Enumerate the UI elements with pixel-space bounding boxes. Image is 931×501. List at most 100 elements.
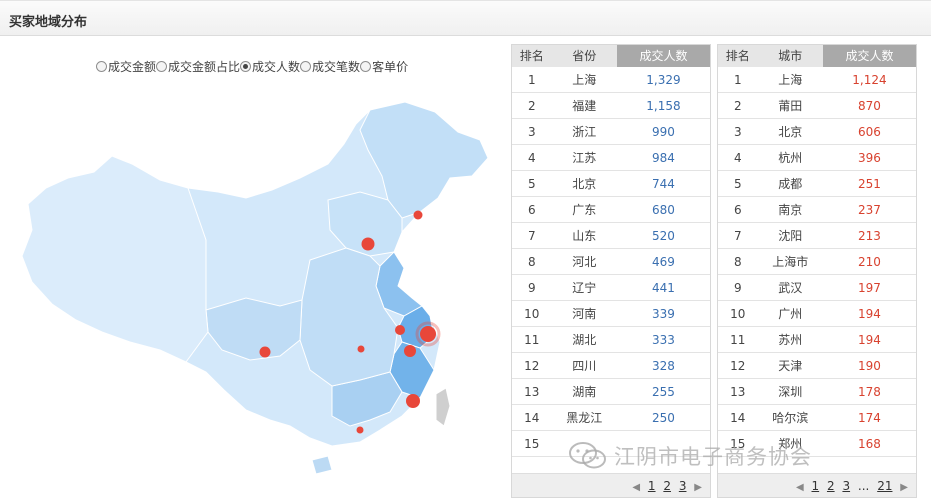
name-cell: 上海	[778, 73, 803, 87]
table-row[interactable]: 12 四川 328	[512, 353, 710, 379]
column-header-buyers[interactable]: 成交人数	[616, 45, 710, 67]
name-cell: 河北	[572, 255, 597, 269]
radio-amount-share[interactable]: 成交金额占比	[156, 58, 240, 75]
radio-buyers[interactable]: 成交人数	[240, 58, 300, 75]
table-row[interactable]: 2 莆田 870	[718, 93, 916, 119]
map-marker-hangzhou[interactable]	[404, 345, 416, 357]
table-row[interactable]: 12 天津 190	[718, 353, 916, 379]
table-row[interactable]: 5 成都 251	[718, 171, 916, 197]
table-row[interactable]: 9 武汉 197	[718, 275, 916, 301]
table-row[interactable]: 11 湖北 333	[512, 327, 710, 353]
map-marker-guangzhou[interactable]	[356, 426, 364, 434]
table-row[interactable]: 5 北京 744	[512, 171, 710, 197]
prev-page-icon[interactable]: ◀	[632, 482, 640, 493]
table-row[interactable]: 4 江苏 984	[512, 145, 710, 171]
map-marker-putian[interactable]	[406, 394, 420, 408]
name-cell: 苏州	[778, 333, 803, 347]
panel-title: 买家地域分布	[9, 15, 88, 30]
value-cell: 237	[858, 203, 881, 217]
map-marker-chengdu[interactable]	[259, 346, 271, 358]
rank-cell: 2	[527, 99, 536, 113]
table-row[interactable]: 10 河南 339	[512, 301, 710, 327]
prev-page-icon[interactable]: ◀	[796, 482, 804, 493]
column-header-buyers[interactable]: 成交人数	[822, 45, 916, 67]
map-marker-nanjing[interactable]	[395, 325, 405, 335]
table-row[interactable]: 6 南京 237	[718, 197, 916, 223]
rank-cell: 4	[733, 151, 742, 165]
page-link[interactable]: 1	[648, 479, 656, 493]
table-row[interactable]: 14 黑龙江 250	[512, 405, 710, 431]
table-row[interactable]: 9 辽宁 441	[512, 275, 710, 301]
page-link[interactable]: 2	[827, 479, 835, 493]
page-link[interactable]: 3	[679, 479, 687, 493]
table-row[interactable]: 4 杭州 396	[718, 145, 916, 171]
page-link[interactable]: 3	[842, 479, 850, 493]
page-link[interactable]: 2	[663, 479, 671, 493]
table-row[interactable]: 8 河北 469	[512, 249, 710, 275]
column-header-rank[interactable]: 排名	[718, 45, 758, 67]
table-row[interactable]: 10 广州 194	[718, 301, 916, 327]
table-row[interactable]: 7 山东 520	[512, 223, 710, 249]
next-page-icon[interactable]: ▶	[900, 482, 908, 493]
radio-icon[interactable]	[300, 61, 312, 72]
name-cell: 莆田	[778, 99, 803, 113]
table-body: 1 上海 1,124 2 莆田 870 3 北京 606 4 杭州 396 5 成都 251 6 南京 237 7 沈…	[718, 67, 916, 475]
table-row[interactable]: 13 深圳 178	[718, 379, 916, 405]
radio-icon[interactable]	[96, 61, 107, 72]
name-cell: 北京	[572, 177, 597, 191]
table-row[interactable]: 1 上海 1,124	[718, 67, 916, 93]
value-cell: 251	[858, 177, 881, 191]
rank-cell: 5	[733, 177, 742, 191]
value-cell: 744	[652, 177, 675, 191]
name-cell: 广东	[572, 203, 597, 217]
table-body: 1 上海 1,329 2 福建 1,158 3 浙江 990 4 江苏 984 5 北京 744 6 广东 680…	[512, 67, 710, 475]
name-cell: 天津	[778, 359, 803, 373]
map-marker-wuhan[interactable]	[357, 345, 365, 353]
value-cell: 174	[858, 411, 881, 425]
radio-amount[interactable]: 成交金额	[96, 58, 156, 75]
value-cell: 178	[858, 385, 881, 399]
rank-cell: 4	[527, 151, 536, 165]
radio-icon[interactable]	[156, 61, 168, 72]
table-row[interactable]: 6 广东 680	[512, 197, 710, 223]
map-marker-shanghai[interactable]	[420, 326, 436, 342]
page-link[interactable]: 1	[812, 479, 820, 493]
next-page-icon[interactable]: ▶	[694, 482, 702, 493]
name-cell: 哈尔滨	[772, 411, 809, 425]
table-row[interactable]: 2 福建 1,158	[512, 93, 710, 119]
table-header: 排名 城市 成交人数	[718, 45, 916, 67]
radio-avg-price[interactable]: 客单价	[360, 58, 408, 75]
table-row[interactable]: 13 湖南 255	[512, 379, 710, 405]
radio-icon[interactable]	[360, 61, 372, 72]
rank-cell: 15	[524, 437, 540, 451]
map-marker-beijing[interactable]	[361, 237, 375, 251]
column-header-rank[interactable]: 排名	[512, 45, 552, 67]
table-row[interactable]: 1 上海 1,329	[512, 67, 710, 93]
table-row[interactable]: 14 哈尔滨 174	[718, 405, 916, 431]
column-header-province[interactable]: 省份	[552, 45, 617, 67]
table-row[interactable]: 3 北京 606	[718, 119, 916, 145]
table-row[interactable]: 7 沈阳 213	[718, 223, 916, 249]
table-row[interactable]: 11 苏州 194	[718, 327, 916, 353]
page-link-last[interactable]: 21	[877, 479, 892, 493]
china-map[interactable]	[10, 80, 500, 480]
table-row[interactable]: 8 上海市 210	[718, 249, 916, 275]
rank-cell: 7	[527, 229, 536, 243]
value-cell: 990	[652, 125, 675, 139]
table-row[interactable]: 3 浙江 990	[512, 119, 710, 145]
rank-cell: 11	[730, 333, 746, 347]
name-cell: 武汉	[778, 281, 803, 295]
value-cell: 333	[652, 333, 675, 347]
rank-cell: 6	[527, 203, 536, 217]
name-cell: 江苏	[572, 151, 597, 165]
column-header-city[interactable]: 城市	[758, 45, 823, 67]
radio-checked-icon[interactable]	[240, 61, 252, 72]
name-cell: 辽宁	[572, 281, 597, 295]
city-ranking-table: 排名 城市 成交人数 1 上海 1,124 2 莆田 870 3 北京 606 4 杭州 396 5 成都…	[717, 44, 917, 498]
value-cell: 1,124	[852, 73, 887, 87]
value-cell: 210	[858, 255, 881, 269]
rank-cell: 3	[527, 125, 536, 139]
map-marker-shenyang[interactable]	[413, 210, 423, 220]
radio-orders[interactable]: 成交笔数	[300, 58, 360, 75]
rank-cell: 12	[524, 359, 540, 373]
